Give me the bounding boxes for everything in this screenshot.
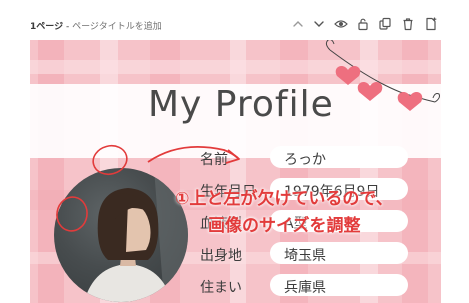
person-silhouette-icon	[84, 168, 188, 302]
add-page-icon[interactable]	[424, 17, 438, 31]
page-separator: -	[63, 22, 73, 32]
editor-root: 1ページ - ページタイトルを追加 My Profile 名前 ろっか 生年月日…	[0, 0, 469, 303]
trash-icon[interactable]	[401, 17, 415, 31]
field-value-hometown[interactable]: 埼玉県	[284, 245, 326, 265]
field-value-residence[interactable]: 兵庫県	[284, 277, 326, 297]
lock-icon[interactable]	[356, 17, 370, 31]
page-toolbar: 1ページ - ページタイトルを追加	[0, 0, 469, 36]
profile-title[interactable]: My Profile	[148, 84, 334, 125]
annotation-line-1: ①上と左が欠けているので、	[175, 189, 393, 209]
plaid-stripe	[30, 60, 441, 74]
annotation-line-2: 画像のサイズを調整	[208, 216, 361, 236]
chevron-down-icon[interactable]	[312, 17, 326, 31]
page-title-bar[interactable]: 1ページ - ページタイトルを追加	[30, 19, 162, 32]
field-label-hometown: 出身地	[200, 248, 242, 264]
field-label-residence: 住まい	[200, 280, 242, 296]
field-value-name[interactable]: ろっか	[284, 149, 326, 169]
duplicate-icon[interactable]	[378, 17, 392, 31]
page-number: 1ページ	[30, 22, 64, 32]
profile-photo[interactable]	[54, 168, 188, 302]
chevron-up-icon[interactable]	[291, 17, 305, 31]
eye-icon[interactable]	[334, 17, 348, 31]
field-label-name: 名前	[200, 152, 228, 168]
design-page[interactable]: My Profile 名前 ろっか 生年月日 1979年6月9日 血液型 A型 …	[30, 40, 441, 303]
annotation-note: ①上と左が欠けているので、 画像のサイズを調整	[175, 186, 435, 240]
page-title-placeholder[interactable]: ページタイトルを追加	[72, 22, 162, 32]
